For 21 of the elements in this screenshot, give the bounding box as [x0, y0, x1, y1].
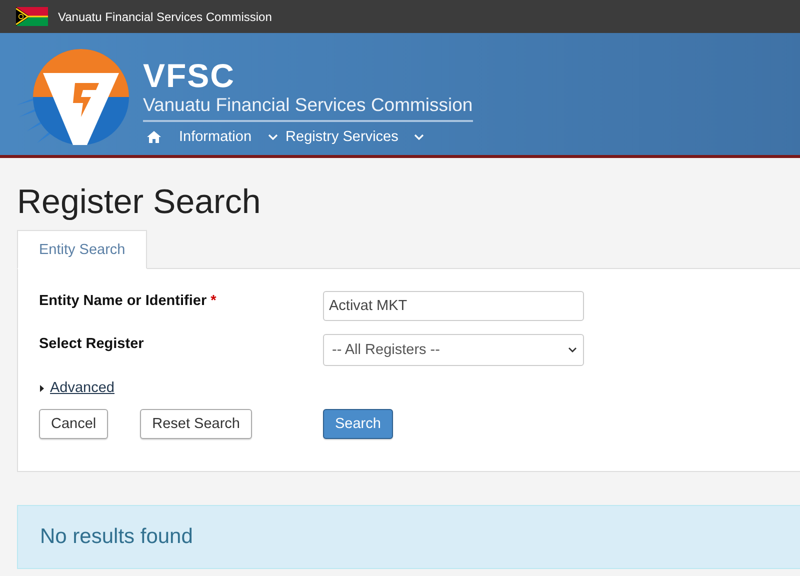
text-field[interactable]: Activat MKT — [323, 291, 584, 321]
advanced-link[interactable]: Advanced — [50, 380, 114, 396]
form-button[interactable]: Cancel — [39, 409, 108, 439]
form-button[interactable]: Reset Search — [140, 409, 252, 439]
flag-icon — [16, 7, 48, 26]
chevron-down-icon — [568, 347, 577, 353]
site-title: Vanuatu Financial Services Commission — [58, 10, 272, 24]
nav-menu-item[interactable]: Information — [179, 129, 252, 145]
chevron-down-icon — [268, 134, 278, 140]
page-title: Register Search — [17, 182, 262, 222]
search-button[interactable]: Search — [323, 409, 393, 439]
tab[interactable]: Entity Search — [17, 230, 148, 269]
chevron-down-icon — [414, 134, 424, 140]
field-label: Entity Name or Identifier * — [39, 292, 218, 309]
register-dropdown[interactable]: -- All Registers -- — [323, 334, 584, 366]
organization-name: Vanuatu Financial Services Commission — [143, 94, 473, 122]
no-results-message: No results found — [17, 505, 800, 569]
logo-acronym: VFSC — [143, 58, 236, 94]
home-icon — [147, 131, 161, 143]
field-label: Select Register — [39, 335, 145, 352]
nav-menu-item[interactable]: Registry Services — [286, 129, 398, 145]
